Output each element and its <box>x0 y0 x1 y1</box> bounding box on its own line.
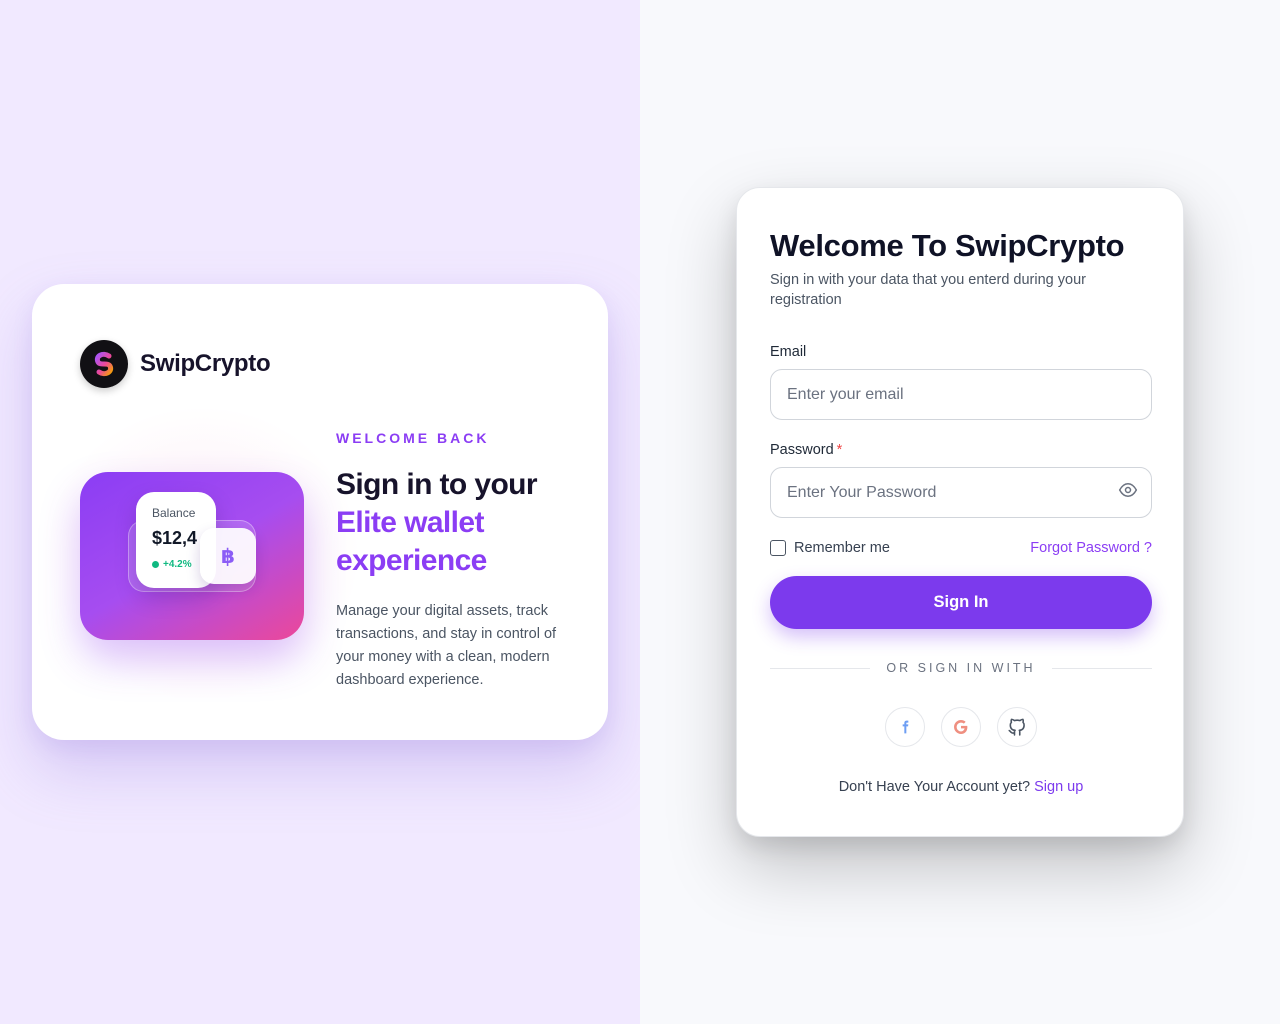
sign-in-button[interactable]: Sign In <box>770 576 1152 629</box>
balance-change-value: +4.2% <box>163 559 192 570</box>
divider: OR SIGN IN WITH <box>770 661 1153 675</box>
brand-name: SwipCrypto <box>140 350 271 377</box>
github-icon <box>1008 718 1025 736</box>
forgot-password-link[interactable]: Forgot Password ? <box>1030 540 1152 556</box>
left-pane: SwipCrypto Balance $12,4 +4.2% ฿ WELCOME… <box>0 0 640 1024</box>
google-icon <box>954 720 968 734</box>
social-buttons <box>770 707 1152 747</box>
brand: SwipCrypto <box>80 340 271 388</box>
no-account-text: Don't Have Your Account yet? <box>838 779 1031 795</box>
remember-checkbox[interactable] <box>770 540 786 556</box>
divider-line <box>1051 667 1153 669</box>
password-wrapper <box>770 458 1152 518</box>
github-button[interactable] <box>997 707 1037 747</box>
remember-me[interactable]: Remember me <box>770 540 890 556</box>
balance-change: +4.2% <box>152 559 192 570</box>
divider-line <box>770 667 871 669</box>
headline: Sign in to your Elite wallet experience <box>336 466 576 580</box>
login-card: Welcome To SwipCrypto Sign in with your … <box>736 187 1184 837</box>
promo-card: SwipCrypto Balance $12,4 +4.2% ฿ WELCOME… <box>32 284 608 740</box>
headline-line-3: experience <box>336 544 487 577</box>
brand-logo-icon <box>80 340 128 388</box>
facebook-icon <box>902 720 909 734</box>
email-label: Email <box>770 344 807 360</box>
options-row: Remember me Forgot Password ? <box>770 540 1152 556</box>
password-label: Password * <box>770 442 1152 458</box>
sign-up-link[interactable]: Sign up <box>1034 779 1083 795</box>
promo-text: WELCOME BACK Sign in to your Elite walle… <box>336 430 576 692</box>
balance-value: $12,4 <box>152 528 198 548</box>
promo-description: Manage your digital assets, track transa… <box>336 603 557 688</box>
eyebrow: WELCOME BACK <box>336 430 490 446</box>
balance-label: Balance <box>152 506 196 520</box>
facebook-button[interactable] <box>885 707 925 747</box>
wallet-visual: Balance $12,4 +4.2% ฿ <box>80 472 304 640</box>
eye-icon[interactable] <box>1116 478 1140 502</box>
remember-label: Remember me <box>794 540 890 556</box>
status-dot-icon <box>152 561 159 568</box>
password-label-text: Password <box>770 442 834 458</box>
password-field[interactable] <box>770 467 1152 518</box>
login-title: Welcome To SwipCrypto <box>770 228 1125 263</box>
headline-line-1: Sign in to your <box>336 468 538 501</box>
email-field[interactable] <box>770 369 1152 420</box>
headline-line-2: Elite wallet <box>336 506 484 539</box>
google-button[interactable] <box>941 707 981 747</box>
required-mark: * <box>836 442 843 458</box>
divider-text: OR SIGN IN WITH <box>886 661 1036 675</box>
signup-row: Don't Have Your Account yet? Sign up <box>770 779 1152 795</box>
login-subtitle: Sign in with your data that you enterd d… <box>770 272 1086 308</box>
login-form: Welcome To SwipCrypto Sign in with your … <box>770 228 1153 795</box>
coin-symbol: ฿ <box>221 545 235 568</box>
bitcoin-icon: ฿ <box>200 528 256 584</box>
